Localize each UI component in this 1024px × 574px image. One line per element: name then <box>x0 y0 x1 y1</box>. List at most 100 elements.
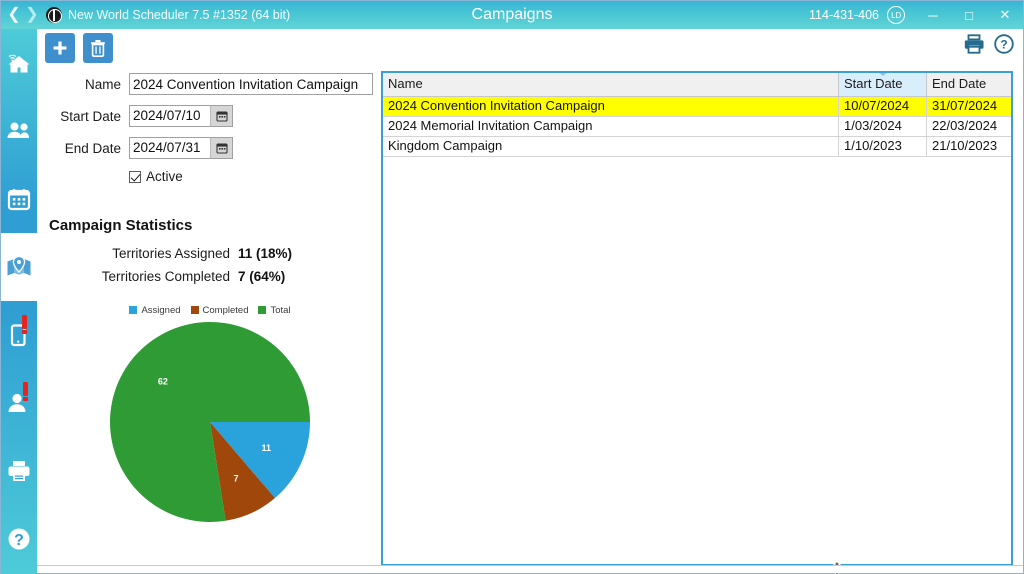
table-cell-end-date: 31/07/2024 <box>932 98 998 113</box>
print-button[interactable] <box>963 33 985 60</box>
legend-swatch-assigned <box>129 306 138 314</box>
table-cell-start-date: 1/03/2024 <box>839 117 927 136</box>
legend-item-total: Total <box>258 304 291 316</box>
start-date-label: Start Date <box>60 108 121 124</box>
end-date-row: End Date 2024/07/31 <box>45 137 375 159</box>
sidebar-item-schedule[interactable] <box>1 165 37 233</box>
app-title: New World Scheduler 7.5 #1352 (64 bit) <box>68 8 291 22</box>
help-button[interactable]: ? <box>993 33 1015 60</box>
column-header-start-date[interactable]: Start Date <box>839 73 927 96</box>
map-pin-icon <box>7 255 31 276</box>
svg-text:?: ? <box>1000 38 1007 52</box>
legend-label-assigned: Assigned <box>141 304 181 316</box>
start-date-value: 2024/07/10 <box>133 108 201 123</box>
alert-badge-icon <box>23 382 28 401</box>
person-icon <box>8 393 26 412</box>
end-date-field[interactable]: 2024/07/31 <box>129 137 233 159</box>
pie-label-total: 62 <box>158 377 168 387</box>
active-checkbox[interactable] <box>129 170 141 183</box>
campaign-form: Name Start Date 2024/07/10 End Dat <box>45 73 375 184</box>
sidebar-item-territories[interactable] <box>1 233 37 301</box>
table-row[interactable]: 2024 Convention Invitation Campaign 10/07… <box>383 97 1011 117</box>
maximize-button[interactable]: □ <box>951 1 987 29</box>
campaign-statistics-title: Campaign Statistics <box>49 217 193 234</box>
table-cell-name: Kingdom Campaign <box>383 137 839 156</box>
table-row[interactable]: Kingdom Campaign 1/10/2023 21/10/2023 <box>383 137 1011 157</box>
legend-swatch-total <box>258 306 267 314</box>
close-button[interactable]: ✕ <box>987 1 1023 29</box>
sidebar: ? <box>1 29 37 574</box>
titlebar-right: 114-431-406 LD ─ □ ✕ <box>809 1 1023 29</box>
sidebar-item-help[interactable]: ? <box>1 505 37 573</box>
pie-label-completed: 7 <box>233 473 238 483</box>
pie-label-assigned: 11 <box>262 443 272 453</box>
mobile-phone-icon <box>10 324 26 347</box>
legend-label-completed: Completed <box>202 304 249 316</box>
territories-assigned-value: 11 (18%) <box>238 246 293 261</box>
column-header-start-date-label: Start Date <box>844 76 903 91</box>
sidebar-item-publishers[interactable] <box>1 97 37 165</box>
sidebar-item-home[interactable] <box>1 29 37 97</box>
table-cell-start-date: 10/07/2024 <box>839 97 927 116</box>
globe-icon <box>46 7 62 23</box>
start-date-row: Start Date 2024/07/10 <box>45 105 375 127</box>
territories-assigned-label: Territories Assigned <box>112 246 230 261</box>
nav-arrows: ❮ ❯ <box>6 4 40 26</box>
table-row[interactable]: 2024 Memorial Invitation Campaign 1/03/20… <box>383 117 1011 137</box>
campaigns-table[interactable]: Name Start Date End Date 2024 Convention… <box>381 71 1013 566</box>
printer-icon <box>8 461 30 481</box>
legend-item-completed: Completed <box>190 304 249 316</box>
name-input[interactable] <box>129 73 373 95</box>
calendar-icon <box>7 189 31 211</box>
start-date-field[interactable]: 2024/07/10 <box>129 105 233 127</box>
sidebar-item-contacts[interactable] <box>1 369 37 437</box>
active-label: Active <box>146 169 183 184</box>
delete-button[interactable] <box>83 33 113 63</box>
end-date-calendar-button[interactable] <box>210 138 232 158</box>
table-cell-end-date: 21/10/2023 <box>932 138 998 153</box>
active-checkbox-row[interactable]: Active <box>129 169 375 184</box>
table-header-row: Name Start Date End Date <box>383 73 1011 97</box>
calendar-icon <box>215 143 228 154</box>
add-button[interactable] <box>45 33 75 63</box>
name-label: Name <box>84 76 121 92</box>
printer-icon <box>964 34 984 54</box>
column-header-end-date[interactable]: End Date <box>927 73 1011 96</box>
chevron-left-icon[interactable]: ❮ <box>6 4 22 26</box>
legend-item-assigned: Assigned <box>129 304 181 316</box>
question-circle-icon: ? <box>994 34 1014 54</box>
question-circle-icon: ? <box>8 528 30 550</box>
pie-chart-svg: 11 7 62 <box>110 322 310 523</box>
minimize-button[interactable]: ─ <box>915 1 951 29</box>
territories-completed-label: Territories Completed <box>101 269 230 284</box>
title-bar: ❮ ❯ New World Scheduler 7.5 #1352 (64 bi… <box>1 1 1023 29</box>
column-header-name[interactable]: Name <box>383 73 839 96</box>
application-window: ❮ ❯ New World Scheduler 7.5 #1352 (64 bi… <box>0 0 1024 574</box>
end-date-label: End Date <box>64 140 121 156</box>
stat-row: Territories Completed 7 (64%) <box>45 269 335 284</box>
table-cell-name: 2024 Convention Invitation Campaign <box>383 97 839 116</box>
sidebar-item-mobile[interactable] <box>1 301 37 369</box>
start-date-calendar-button[interactable] <box>210 106 232 126</box>
sort-indicator-icon <box>877 73 888 76</box>
table-cell-start-date: 1/10/2023 <box>839 137 927 156</box>
stat-row: Territories Assigned 11 (18%) <box>45 246 335 261</box>
sidebar-item-print[interactable] <box>1 437 37 505</box>
campaign-statistics-body: Territories Assigned 11 (18%) Territorie… <box>45 246 335 292</box>
territories-completed-value: 7 (64%) <box>238 269 286 284</box>
top-right-icons: ? <box>963 33 1015 60</box>
chart-legend: Assigned Completed Total <box>45 301 375 319</box>
table-cell-end-date: 22/03/2024 <box>932 118 998 133</box>
home-wifi-icon <box>8 54 30 73</box>
table-body: 2024 Convention Invitation Campaign 10/07… <box>383 97 1011 157</box>
calendar-icon <box>215 111 228 122</box>
legend-label-total: Total <box>270 304 291 316</box>
toolbar <box>45 33 113 63</box>
avatar[interactable]: LD <box>887 6 905 24</box>
pie-holder: 11 7 62 <box>45 319 375 539</box>
campaign-pie-chart: Assigned Completed Total 11 7 62 <box>45 301 375 541</box>
table-cell-name: 2024 Memorial Invitation Campaign <box>383 117 839 136</box>
people-icon <box>7 122 29 138</box>
chevron-right-icon[interactable]: ❯ <box>24 4 40 26</box>
legend-swatch-completed <box>190 306 199 314</box>
